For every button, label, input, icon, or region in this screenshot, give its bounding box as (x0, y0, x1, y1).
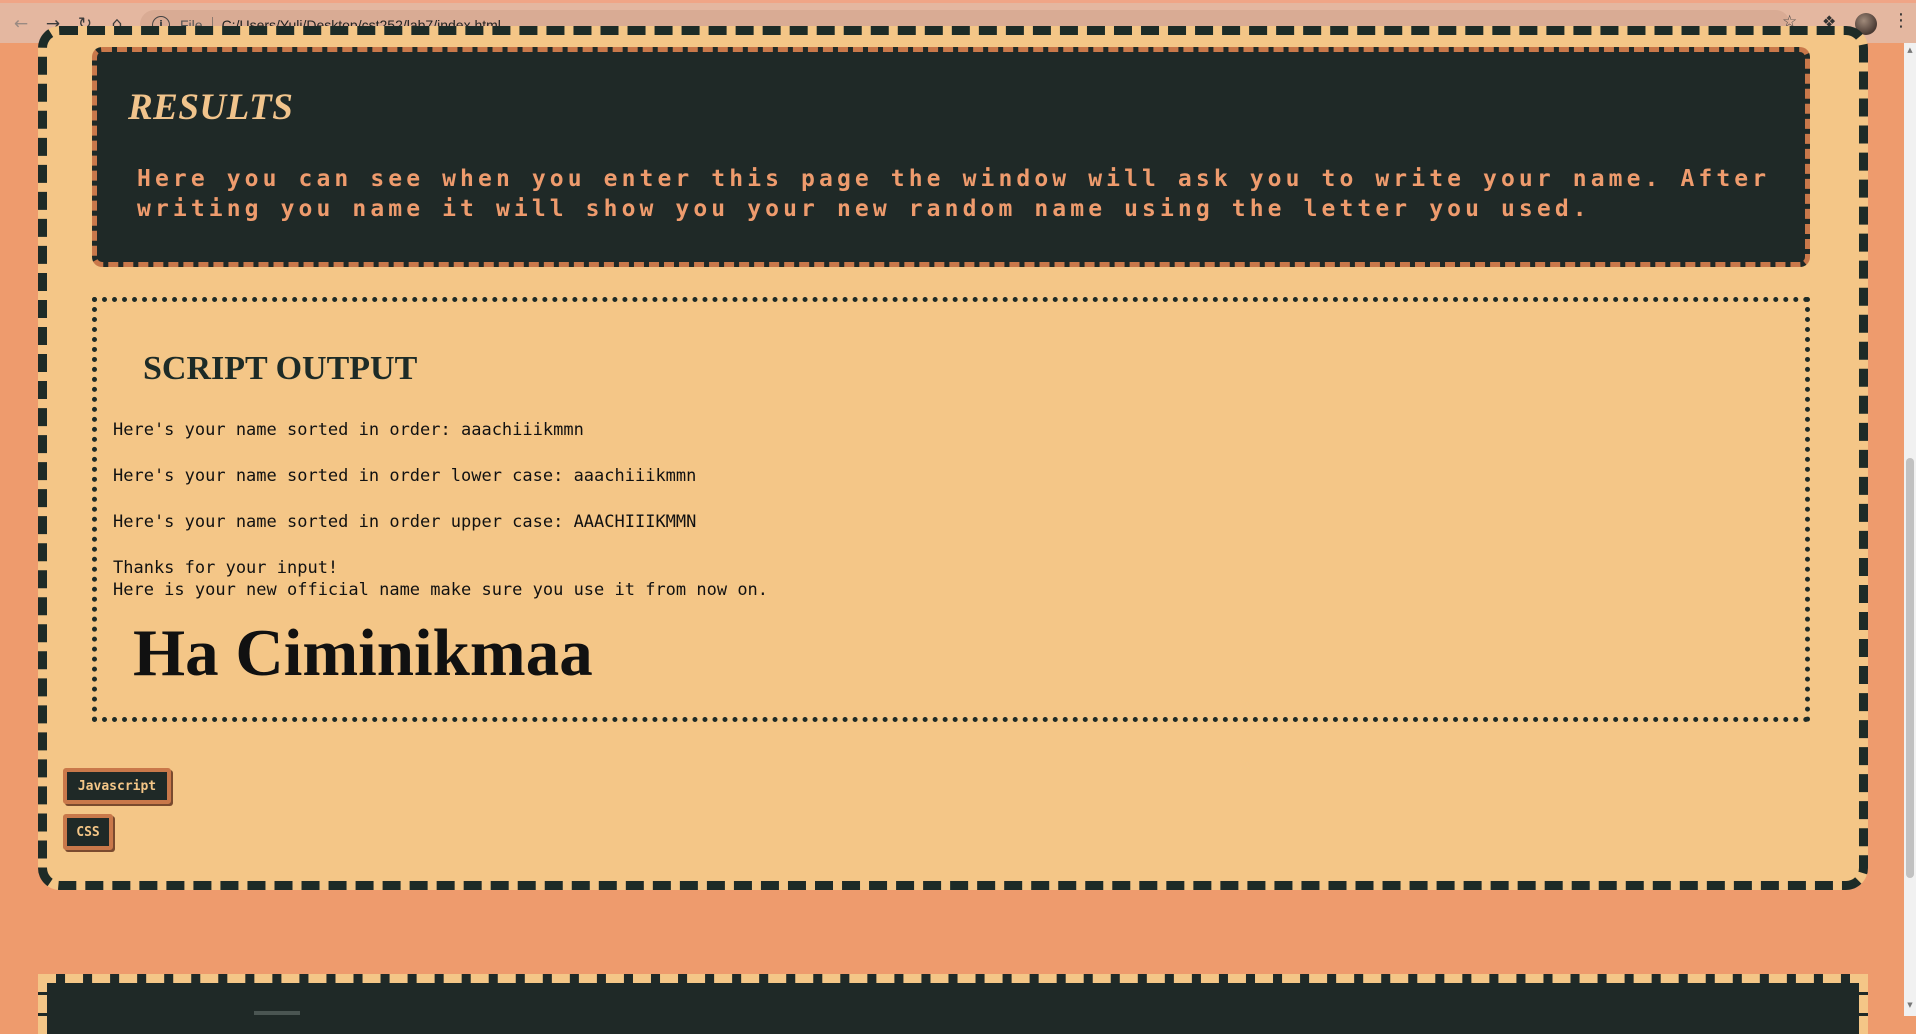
scrollbar-thumb[interactable] (1906, 458, 1914, 878)
css-button[interactable]: CSS (63, 814, 113, 850)
new-name-instruction: Here is your new official name make sure… (113, 580, 769, 600)
sorted-lower-output: Here's your name sorted in order lower c… (113, 466, 697, 486)
new-name-display: Ha Ciminikmaa (133, 616, 593, 690)
scroll-down-icon[interactable]: ▼ (1904, 1001, 1916, 1009)
back-arrow-icon[interactable]: ← (8, 11, 34, 37)
script-output-title: SCRIPT OUTPUT (143, 350, 418, 387)
thanks-message: Thanks for your input! (113, 558, 339, 578)
footer-divider (254, 1011, 300, 1015)
results-title: RESULTS (128, 87, 294, 128)
sorted-upper-output: Here's your name sorted in order upper c… (113, 512, 697, 532)
sorted-output: Here's your name sorted in order: aaachi… (113, 420, 584, 440)
script-output-panel: SCRIPT OUTPUT Here's your name sorted in… (92, 297, 1810, 722)
javascript-button[interactable]: Javascript (63, 768, 171, 804)
results-description: Here you can see when you enter this pag… (137, 166, 1771, 222)
kebab-menu-icon[interactable]: ⋮ (1892, 12, 1910, 30)
footer-section (38, 974, 1868, 1034)
page-scrollbar[interactable]: ▲ ▼ (1904, 43, 1916, 1016)
scroll-up-icon[interactable]: ▲ (1904, 46, 1916, 54)
results-panel: RESULTS Here you can see when you enter … (92, 47, 1810, 267)
